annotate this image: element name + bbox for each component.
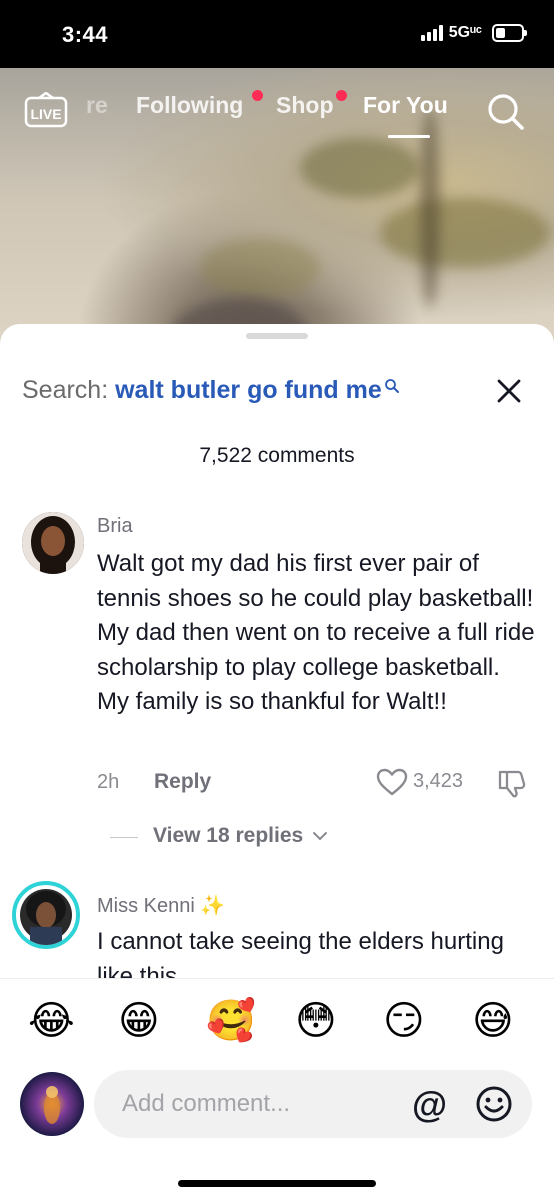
smile-icon[interactable]: [474, 1084, 514, 1124]
palm-blur: [380, 198, 550, 268]
view-replies-button[interactable]: View 18 replies: [153, 824, 328, 848]
tab-for-you[interactable]: For You: [363, 92, 448, 119]
emoji-laugh[interactable]: 😂: [28, 997, 75, 1045]
battery-icon: [492, 24, 527, 42]
palm-blur: [300, 138, 420, 198]
video-background[interactable]: LIVE re Following Shop For You: [0, 68, 554, 358]
like-count: 3,423: [413, 770, 464, 792]
comment-text: Walt got my dad his first ever pair of t…: [97, 550, 535, 715]
network-label: 5Gᵘᶜ: [448, 24, 482, 41]
emoji-grin[interactable]: 😁: [118, 997, 160, 1045]
comments-sheet: Search: walt butler go fund me 7,522 com…: [0, 324, 554, 1200]
mention-icon[interactable]: @: [412, 1084, 447, 1126]
heart-icon[interactable]: [375, 767, 409, 797]
avatar-story-ring[interactable]: [12, 881, 80, 949]
replies-divider: [110, 837, 138, 838]
avatar-portrait: [22, 512, 84, 574]
view-replies-label: View 18 replies: [153, 824, 304, 847]
magnifier-icon: [384, 379, 399, 393]
emoji-sweat-smile[interactable]: 😅: [472, 997, 514, 1045]
nav-item-partial[interactable]: re: [86, 92, 108, 119]
dislike-icon[interactable]: [496, 767, 528, 799]
avatar[interactable]: [22, 512, 84, 574]
emoji-smirk[interactable]: 😏: [383, 997, 425, 1045]
status-indicators: 5Gᵘᶜ: [420, 24, 527, 42]
comment-count: 7,522 comments: [199, 444, 355, 467]
notification-dot: [336, 90, 347, 101]
comment-placeholder: Add comment...: [122, 1090, 291, 1117]
avatar: [20, 889, 72, 945]
comment-author[interactable]: Miss Kenni ✨: [97, 893, 225, 918]
home-indicator: [178, 1180, 376, 1187]
search-prefix: Search:: [22, 376, 116, 404]
notification-dot: [252, 90, 263, 101]
tab-following[interactable]: Following: [136, 92, 243, 119]
tab-shop[interactable]: Shop: [276, 92, 334, 119]
battery-level: [496, 28, 505, 38]
emoji-smiling-hearts[interactable]: 🥰: [206, 997, 256, 1045]
reply-button[interactable]: Reply: [154, 770, 211, 794]
comment-author[interactable]: Bria: [97, 515, 133, 538]
emoji-bar: 😂 😁 🥰 😳 😏 😅: [0, 978, 554, 1069]
search-suggestion[interactable]: Search: walt butler go fund me: [22, 376, 400, 405]
emoji-flushed[interactable]: 😳: [295, 997, 337, 1045]
close-icon[interactable]: [496, 378, 522, 404]
chevron-down-icon: [313, 832, 328, 840]
comment-composer: Add comment... @: [0, 1068, 554, 1148]
status-bar: 3:44 5Gᵘᶜ: [0, 0, 554, 68]
svg-text:LIVE: LIVE: [30, 106, 61, 122]
active-tab-indicator: [388, 135, 430, 138]
palm-blur: [200, 238, 320, 298]
palm-trunk: [420, 108, 440, 308]
drag-handle[interactable]: [246, 333, 308, 339]
search-icon[interactable]: [486, 92, 526, 132]
signal-icon: [420, 25, 443, 41]
user-avatar[interactable]: [20, 1072, 84, 1136]
comment-input[interactable]: Add comment... @: [94, 1070, 532, 1138]
search-query-link[interactable]: walt butler go fund me: [115, 376, 382, 404]
status-time: 3:44: [62, 22, 109, 47]
comment-time: 2h: [97, 771, 120, 793]
live-icon[interactable]: LIVE: [24, 92, 68, 128]
top-nav: LIVE re Following Shop For You: [0, 90, 554, 138]
